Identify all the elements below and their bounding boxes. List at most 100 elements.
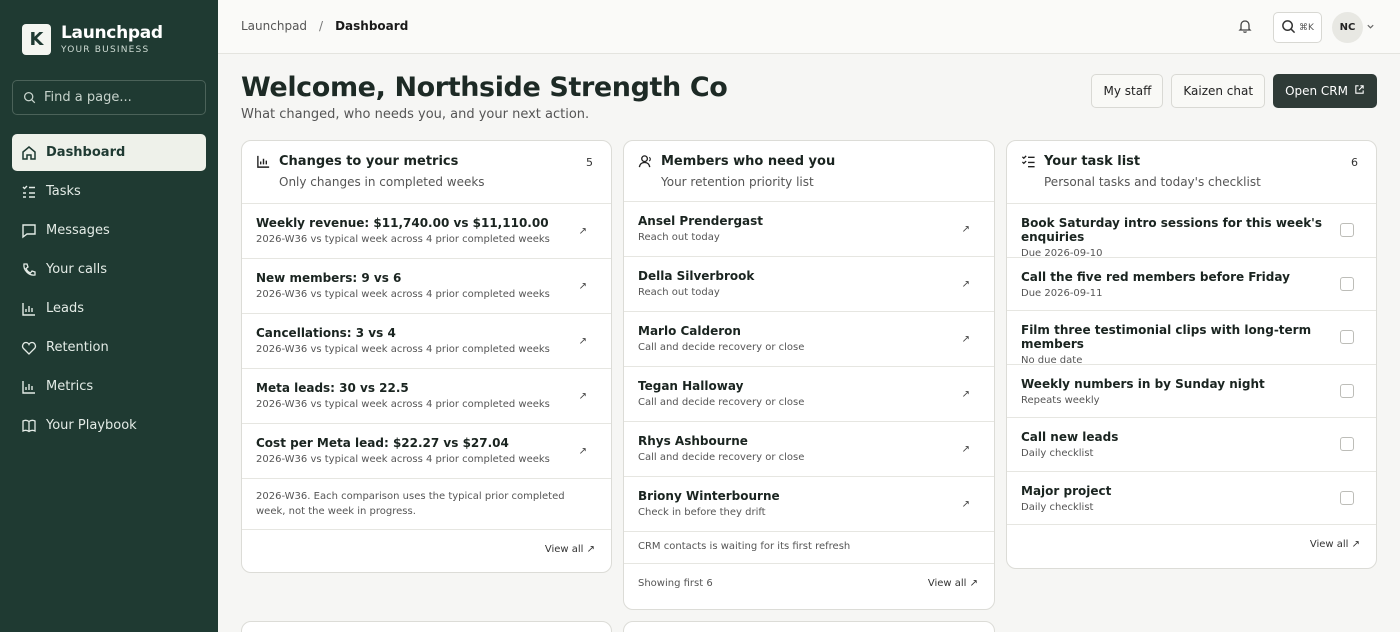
metric-title: Cancellations: 3 vs 4: [256, 326, 396, 340]
page-subtitle: What changed, who needs you, and your ne…: [241, 107, 590, 122]
arrow-up-right-icon: ↗: [969, 578, 978, 589]
home-icon: [21, 145, 37, 161]
brand[interactable]: K Launchpad YOUR BUSINESS: [22, 24, 163, 55]
arrow-up-right-icon: ↗: [1351, 539, 1360, 550]
member-name: Marlo Calderon: [638, 324, 741, 338]
metric-title: New members: 9 vs 6: [256, 271, 402, 285]
task-checkbox[interactable]: [1340, 383, 1354, 398]
metric-row[interactable]: Cost per Meta lead: $22.27 vs $27.04 2026…: [242, 424, 611, 479]
member-name: Briony Winterbourne: [638, 489, 780, 503]
view-all-link[interactable]: View all ↗: [545, 544, 595, 555]
sidebar-item-tasks[interactable]: Tasks: [12, 173, 206, 210]
sidebar-item-leads[interactable]: Leads: [12, 290, 206, 327]
breadcrumb: Launchpad / Dashboard: [241, 19, 408, 33]
member-row[interactable]: Briony Winterbourne Check in before they …: [624, 477, 994, 532]
checklist-icon: [1021, 154, 1036, 169]
metric-sub: 2026-W36 vs typical week across 4 prior …: [256, 399, 550, 410]
member-action: Call and decide recovery or close: [638, 452, 805, 463]
task-checkbox[interactable]: [1340, 276, 1354, 291]
card-subtitle: Only changes in completed weeks: [279, 175, 485, 189]
bar-chart-icon: [256, 154, 271, 169]
next-card-middle: [623, 621, 995, 632]
task-checkbox[interactable]: [1340, 223, 1354, 237]
task-row[interactable]: Call the five red members before Friday D…: [1007, 258, 1376, 311]
metric-sub: 2026-W36 vs typical week across 4 prior …: [256, 344, 550, 355]
sidebar: K Launchpad YOUR BUSINESS Find a page...…: [0, 0, 218, 632]
command-search-button[interactable]: ⌘K: [1273, 12, 1322, 43]
sidebar-item-label: Tasks: [46, 184, 81, 199]
sidebar-item-your-calls[interactable]: Your calls: [12, 251, 206, 288]
tasks-icon: [21, 184, 37, 200]
search-icon: [23, 91, 36, 104]
arrow-up-right-icon: ↗: [578, 391, 587, 402]
sidebar-item-retention[interactable]: Retention: [12, 329, 206, 366]
count-badge: 5: [586, 156, 593, 169]
arrow-up-right-icon: ↗: [578, 281, 587, 292]
header-actions: My staff Kaizen chat Open CRM: [1083, 74, 1377, 108]
arrow-up-right-icon: ↗: [961, 279, 970, 290]
brand-name: Launchpad: [61, 23, 163, 43]
external-link-icon: [1348, 84, 1365, 98]
member-row[interactable]: Marlo Calderon Call and decide recovery o…: [624, 312, 994, 367]
arrow-up-right-icon: ↗: [578, 336, 587, 347]
sidebar-item-messages[interactable]: Messages: [12, 212, 206, 249]
arrow-up-right-icon: ↗: [586, 544, 595, 555]
task-row[interactable]: Major project Daily checklist: [1007, 472, 1376, 525]
book-icon: [21, 418, 37, 434]
open-crm-button[interactable]: Open CRM: [1273, 74, 1377, 108]
card-title: Members who need you: [661, 154, 836, 169]
brand-logo: K: [22, 24, 51, 55]
task-checkbox[interactable]: [1340, 490, 1354, 505]
avatar[interactable]: NC: [1332, 12, 1363, 43]
task-title: Call the five red members before Friday: [1021, 269, 1290, 284]
member-row[interactable]: Della Silverbrook Reach out today ↗: [624, 257, 994, 312]
task-row[interactable]: Call new leads Daily checklist: [1007, 418, 1376, 472]
page-search-placeholder: Find a page...: [44, 90, 132, 105]
metric-sub: 2026-W36 vs typical week across 4 prior …: [256, 234, 550, 245]
breadcrumb-dashboard: Dashboard: [335, 19, 409, 33]
task-due: Repeats weekly: [1021, 394, 1100, 406]
metric-sub: 2026-W36 vs typical week across 4 prior …: [256, 454, 550, 465]
page-search-input[interactable]: Find a page...: [12, 80, 206, 115]
view-all-link[interactable]: View all ↗: [1310, 539, 1360, 550]
page-title: Welcome, Northside Strength Co: [241, 72, 728, 103]
metric-row[interactable]: New members: 9 vs 6 2026-W36 vs typical w…: [242, 259, 611, 314]
member-row[interactable]: Ansel Prendergast Reach out today ↗: [624, 202, 994, 257]
member-action: Call and decide recovery or close: [638, 342, 805, 353]
sidebar-item-your-playbook[interactable]: Your Playbook: [12, 407, 206, 444]
arrow-up-right-icon: ↗: [961, 389, 970, 400]
metric-title: Weekly revenue: $11,740.00 vs $11,110.00: [256, 216, 549, 230]
task-row[interactable]: Weekly numbers in by Sunday night Repeats…: [1007, 365, 1376, 418]
count-badge: 6: [1351, 156, 1358, 169]
sidebar-item-label: Messages: [46, 223, 110, 238]
member-row[interactable]: Rhys Ashbourne Call and decide recovery o…: [624, 422, 994, 477]
metric-row[interactable]: Cancellations: 3 vs 4 2026-W36 vs typical…: [242, 314, 611, 369]
chevron-down-icon[interactable]: [1366, 22, 1375, 34]
kaizen-chat-button[interactable]: Kaizen chat: [1171, 74, 1266, 108]
member-row[interactable]: Tegan Halloway Call and decide recovery o…: [624, 367, 994, 422]
bell-icon[interactable]: [1237, 18, 1253, 34]
my-staff-button[interactable]: My staff: [1091, 74, 1164, 108]
breadcrumb-launchpad[interactable]: Launchpad: [241, 19, 307, 33]
task-title: Major project: [1021, 483, 1112, 498]
metric-row[interactable]: Weekly revenue: $11,740.00 vs $11,110.00…: [242, 204, 611, 259]
metrics-changes-card: Changes to your metrics Only changes in …: [241, 140, 612, 573]
task-row[interactable]: Film three testimonial clips with long-t…: [1007, 311, 1376, 366]
task-checkbox[interactable]: [1340, 437, 1354, 451]
task-checkbox[interactable]: [1340, 330, 1354, 344]
member-name: Tegan Halloway: [638, 379, 744, 393]
member-name: Ansel Prendergast: [638, 214, 764, 228]
member-name: Della Silverbrook: [638, 269, 755, 283]
metric-row[interactable]: Meta leads: 30 vs 22.5 2026-W36 vs typica…: [242, 369, 611, 424]
welcome-section: Welcome, Northside Strength Co What chan…: [241, 72, 728, 122]
sidebar-item-label: Retention: [46, 340, 109, 355]
card-subtitle: Your retention priority list: [661, 175, 814, 189]
task-title: Film three testimonial clips with long-t…: [1021, 323, 1312, 351]
open-crm-label: Open CRM: [1285, 84, 1348, 98]
task-row[interactable]: Book Saturday intro sessions for this we…: [1007, 204, 1376, 259]
metric-title: Meta leads: 30 vs 22.5: [256, 381, 409, 395]
view-all-link[interactable]: View all ↗: [928, 578, 978, 589]
brand-tagline: YOUR BUSINESS: [61, 45, 150, 55]
sidebar-item-dashboard[interactable]: Dashboard: [12, 134, 206, 171]
sidebar-item-metrics[interactable]: Metrics: [12, 368, 206, 405]
